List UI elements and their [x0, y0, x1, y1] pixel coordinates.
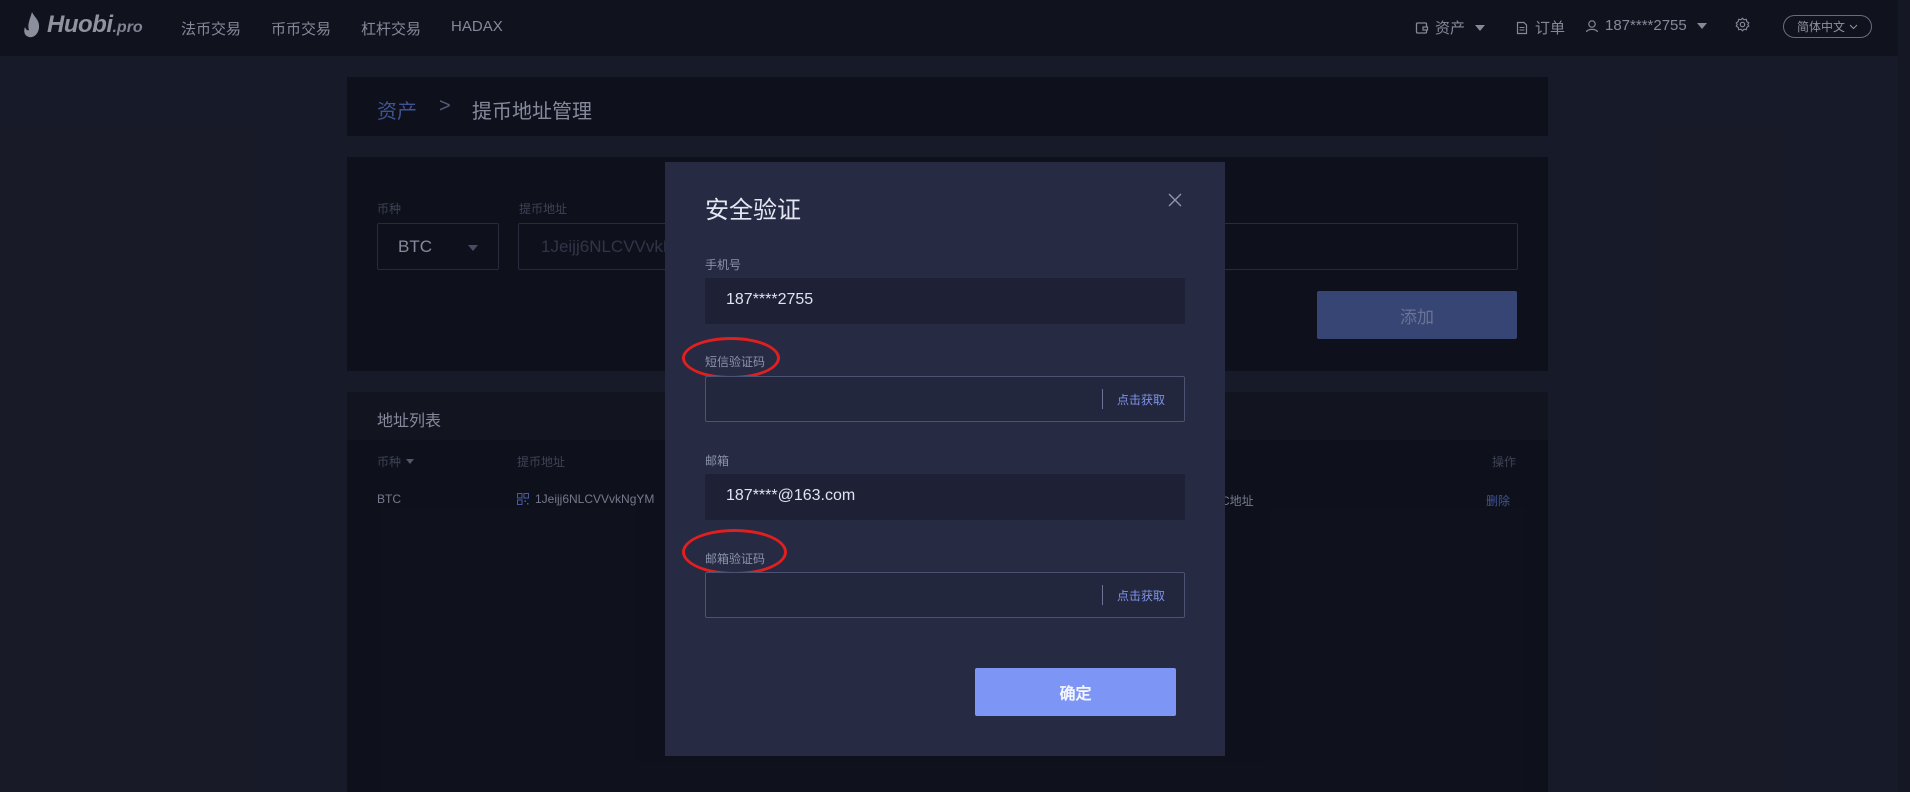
annotation-circle	[682, 529, 787, 575]
confirm-button[interactable]: 确定	[975, 668, 1176, 716]
sms-code-input[interactable]: 点击获取	[705, 376, 1185, 422]
email-field: 187****@163.com	[705, 474, 1185, 520]
sms-get-code-button[interactable]: 点击获取	[1117, 391, 1165, 408]
phone-field: 187****2755	[705, 278, 1185, 324]
phone-value: 187****2755	[726, 291, 814, 308]
dialog-title: 安全验证	[705, 197, 801, 224]
email-label: 邮箱	[705, 454, 730, 468]
field-divider	[1102, 585, 1103, 605]
security-verification-dialog: 安全验证 手机号 187****2755 短信验证码 点击获取 邮箱 187**…	[665, 162, 1225, 756]
email-code-input[interactable]: 点击获取	[705, 572, 1185, 618]
close-icon[interactable]	[1167, 192, 1183, 208]
phone-label: 手机号	[705, 258, 742, 272]
annotation-circle	[682, 337, 780, 379]
email-value: 187****@163.com	[726, 487, 856, 504]
field-divider	[1102, 389, 1103, 409]
email-get-code-button[interactable]: 点击获取	[1117, 587, 1165, 604]
